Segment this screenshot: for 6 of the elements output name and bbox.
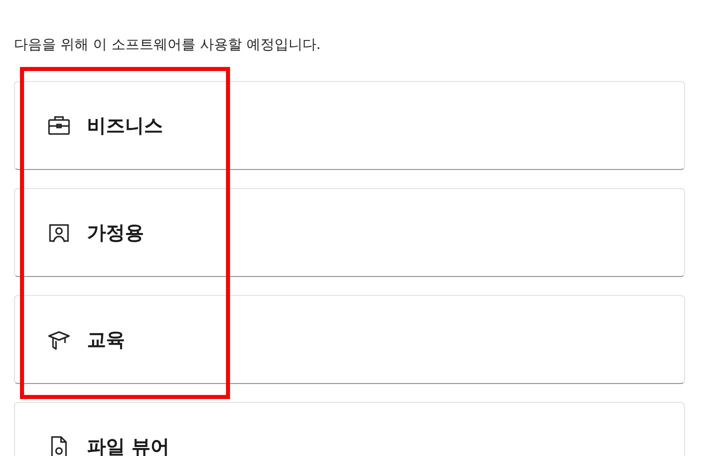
option-card[interactable]: 비즈니스 [14, 81, 685, 170]
prompt-text: 다음을 위해 이 소프트웨어를 사용할 예정입니다. [14, 36, 322, 54]
briefcase-icon [47, 114, 71, 138]
option-card[interactable]: 파일 뷰어 [14, 402, 685, 456]
option-card[interactable]: 교육 [14, 295, 685, 384]
option-card[interactable]: 가정용 [14, 188, 685, 277]
